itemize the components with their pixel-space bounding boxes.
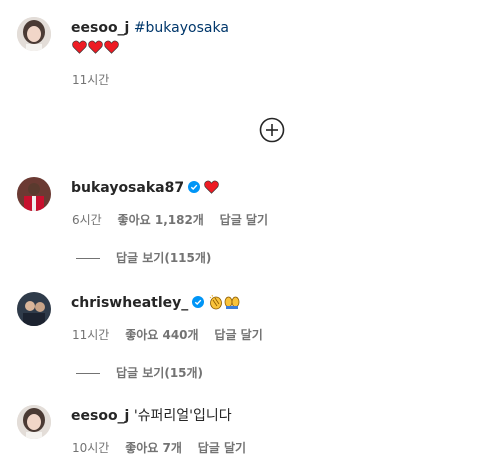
verified-badge-icon — [192, 296, 205, 308]
heart-emoji-icon — [204, 180, 219, 194]
likes-count[interactable]: 좋아요 7개 — [125, 441, 182, 455]
username-link[interactable]: eesoo_j — [71, 408, 129, 424]
heart-emoji-icon — [72, 40, 87, 54]
likes-count[interactable]: 좋아요 1,182개 — [118, 213, 204, 227]
reply-button[interactable]: 답글 달기 — [214, 328, 262, 342]
load-more-comments-button[interactable] — [259, 117, 285, 143]
heart-emoji-icon — [104, 40, 119, 54]
username-link[interactable]: bukayosaka87 — [71, 180, 184, 196]
divider-dash — [76, 258, 100, 259]
view-replies-label: 답글 보기(15개) — [116, 366, 204, 380]
reply-button[interactable]: 답글 달기 — [198, 441, 246, 455]
username-link[interactable]: chriswheatley_ — [71, 295, 188, 311]
view-replies-button[interactable]: 답글 보기(115개) — [76, 250, 211, 266]
timestamp[interactable]: 10시간 — [72, 441, 109, 455]
timestamp[interactable]: 6시간 — [72, 213, 102, 227]
caption-meta: 11시간 — [72, 72, 121, 88]
caption-emojis — [72, 39, 120, 57]
hashtag-link[interactable]: #bukayosaka — [134, 20, 229, 36]
caption-line: eesoo_j #bukayosaka — [71, 19, 229, 37]
raising-hands-emoji-icon — [224, 296, 240, 309]
timestamp[interactable]: 11시간 — [72, 328, 109, 342]
comment-line: bukayosaka87 — [71, 179, 220, 197]
view-replies-button[interactable]: 답글 보기(15개) — [76, 365, 203, 381]
comment-line: chriswheatley_ — [71, 294, 240, 312]
clapping-hands-emoji-icon — [209, 294, 223, 310]
comment-text: '슈퍼리얼'입니다 — [133, 408, 232, 424]
view-replies-label: 답글 보기(115개) — [116, 251, 212, 265]
avatar[interactable] — [17, 177, 51, 211]
comment-meta: 10시간 좋아요 7개 답글 달기 — [72, 440, 258, 456]
avatar[interactable] — [17, 17, 51, 51]
comment-meta: 11시간 좋아요 440개 답글 달기 — [72, 327, 275, 343]
comment-meta: 6시간 좋아요 1,182개 답글 달기 — [72, 212, 280, 228]
username-link[interactable]: eesoo_j — [71, 20, 129, 36]
heart-emoji-icon — [88, 40, 103, 54]
avatar[interactable] — [17, 292, 51, 326]
divider-dash — [76, 373, 100, 374]
verified-badge-icon — [188, 181, 201, 193]
comment-line: eesoo_j '슈퍼리얼'입니다 — [71, 407, 232, 425]
avatar[interactable] — [17, 405, 51, 439]
timestamp[interactable]: 11시간 — [72, 73, 109, 87]
reply-button[interactable]: 답글 달기 — [220, 213, 268, 227]
likes-count[interactable]: 좋아요 440개 — [125, 328, 198, 342]
